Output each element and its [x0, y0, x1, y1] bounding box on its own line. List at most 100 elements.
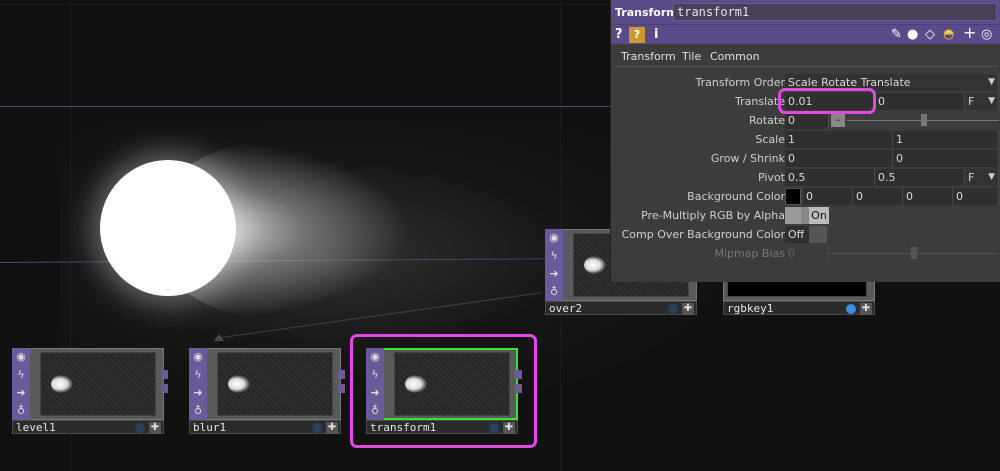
node-flag-strip: ◉ ϟ ➜ ♁	[12, 348, 30, 420]
tab-transform[interactable]: Transform	[617, 50, 680, 63]
tab-common[interactable]: Common	[710, 50, 760, 63]
param-comp-over: Comp Over Background Color Off	[611, 225, 1000, 244]
forward-icon[interactable]: ➜	[12, 384, 30, 402]
bg-r-field[interactable]: 0	[803, 188, 853, 205]
output-connector[interactable]	[338, 370, 345, 379]
lock-icon[interactable]: ♁	[189, 402, 207, 420]
bg-b-field[interactable]: 0	[903, 188, 953, 205]
viewer-icon[interactable]: ◉	[189, 348, 207, 366]
pivot-x-field[interactable]: 0.5	[785, 169, 875, 186]
toggle-switch	[809, 226, 827, 243]
node-flag-strip: ◉ ϟ ➜ ♁	[189, 348, 207, 420]
grow-y-field[interactable]: 0	[893, 150, 999, 167]
node-flag-strip: ◉ ϟ ➜ ♁	[545, 229, 563, 301]
chevron-down-icon: ▼	[988, 96, 995, 106]
comp-over-toggle[interactable]: Off	[785, 226, 827, 243]
toggle-switch	[785, 207, 801, 224]
op-name-field[interactable]: transform1	[673, 3, 997, 21]
pin-icon[interactable]: ✚	[149, 422, 161, 434]
viewer-icon[interactable]: ◉	[12, 348, 30, 366]
slider-knob[interactable]	[921, 114, 927, 126]
translate-y-field[interactable]: 0	[875, 93, 965, 110]
param-premultiply: Pre-Multiply RGB by Alpha On	[611, 206, 1000, 225]
lock-icon[interactable]: ♁	[12, 402, 30, 420]
param-label: Mipmap Bias	[714, 247, 785, 260]
node-blur1[interactable]: ◉ ϟ ➜ ♁ blur1 ✚	[189, 348, 345, 434]
bypass-icon[interactable]: ϟ	[189, 366, 207, 384]
viewer-toggle[interactable]	[846, 304, 856, 314]
param-grow-shrink: Grow / Shrink 0 0	[611, 149, 1000, 168]
menu-value: F	[968, 95, 975, 108]
param-mipmap-bias: Mipmap Bias 0	[611, 244, 1000, 263]
comment-icon[interactable]: ●	[907, 27, 918, 43]
forward-icon[interactable]: ➜	[189, 384, 207, 402]
ball-image	[100, 160, 236, 296]
output-connector[interactable]	[338, 384, 345, 393]
menu-value: F	[968, 171, 975, 184]
translate-unit-menu[interactable]: F ▼	[965, 93, 999, 110]
parameter-panel: Transform transform1 ? ? i ✎ ● ◇ ◓ + ◎ T…	[610, 0, 1000, 282]
node-label-bar: blur1 ✚	[189, 420, 341, 434]
info-icon[interactable]: i	[654, 25, 658, 45]
param-label: Background Color	[687, 190, 785, 203]
viewer-toggle[interactable]	[135, 423, 145, 433]
target-icon[interactable]: ◎	[981, 27, 992, 43]
node-name[interactable]: rgbkey1	[727, 302, 773, 315]
eraser-icon[interactable]: ◇	[925, 27, 935, 43]
mipmap-field[interactable]: 0	[785, 245, 829, 262]
help-icon[interactable]: ?	[615, 25, 623, 45]
node-label-bar: over2 ✚	[545, 301, 697, 315]
pin-icon[interactable]: ✚	[860, 303, 872, 315]
node-label-bar: level1 ✚	[12, 420, 164, 434]
bypass-icon[interactable]: ϟ	[545, 247, 563, 265]
thumbnail-ball	[228, 375, 250, 393]
pivot-unit-menu[interactable]: F ▼	[965, 169, 999, 186]
node-name[interactable]: blur1	[193, 421, 226, 434]
python-help-icon[interactable]: ?	[629, 27, 645, 43]
panel-toolbar: ? ? i ✎ ● ◇ ◓ + ◎	[611, 24, 1000, 44]
forward-icon[interactable]: ➜	[545, 265, 563, 283]
node-name[interactable]: level1	[16, 421, 56, 434]
bg-a-field[interactable]: 0	[953, 188, 999, 205]
pencil-icon[interactable]: ✎	[891, 27, 902, 43]
lock-icon[interactable]: ♁	[545, 283, 563, 301]
pin-icon[interactable]: ✚	[682, 303, 694, 315]
python-icon[interactable]: ◓	[943, 27, 954, 43]
tab-divider	[615, 66, 997, 67]
bg-g-field[interactable]: 0	[853, 188, 903, 205]
slider-handle[interactable]: –	[831, 113, 845, 127]
chevron-down-icon: ▼	[988, 172, 995, 182]
node-name[interactable]: over2	[549, 302, 582, 315]
panel-title-bar: Transform transform1	[611, 0, 1000, 24]
thumbnail-ball	[51, 375, 73, 393]
viewer-icon[interactable]: ◉	[545, 229, 563, 247]
output-connector[interactable]	[161, 384, 168, 393]
tab-tile[interactable]: Tile	[682, 50, 701, 63]
pivot-y-field[interactable]: 0.5	[875, 169, 965, 186]
chevron-down-icon: ▼	[988, 77, 995, 87]
viewer-toggle[interactable]	[668, 304, 678, 314]
param-label: Pre-Multiply RGB by Alpha	[641, 209, 785, 222]
color-swatch[interactable]	[785, 188, 801, 205]
premultiply-toggle[interactable]: On	[785, 207, 829, 224]
scale-y-field[interactable]: 1	[893, 131, 999, 148]
node-thumbnail	[217, 352, 333, 416]
bypass-icon[interactable]: ϟ	[12, 366, 30, 384]
param-label: Rotate	[748, 114, 785, 127]
rotate-field[interactable]: 0	[785, 112, 829, 129]
op-type-label: Transform	[615, 6, 678, 19]
toggle-label: On	[809, 207, 829, 224]
node-level1[interactable]: ◉ ϟ ➜ ♁ level1 ✚	[12, 348, 168, 434]
output-connector[interactable]	[161, 370, 168, 379]
param-label: Scale	[755, 133, 785, 146]
pin-icon[interactable]: ✚	[326, 422, 338, 434]
toggle-label: Off	[788, 228, 805, 241]
param-background-color: Background Color 0 0 0 0	[611, 187, 1000, 206]
viewer-toggle[interactable]	[312, 423, 322, 433]
wire	[0, 106, 612, 107]
plus-icon[interactable]: +	[963, 25, 976, 41]
slider-knob[interactable]	[911, 247, 917, 259]
scale-x-field[interactable]: 1	[785, 131, 893, 148]
grow-x-field[interactable]: 0	[785, 150, 893, 167]
param-pivot: Pivot 0.5 0.5 F ▼	[611, 168, 1000, 187]
